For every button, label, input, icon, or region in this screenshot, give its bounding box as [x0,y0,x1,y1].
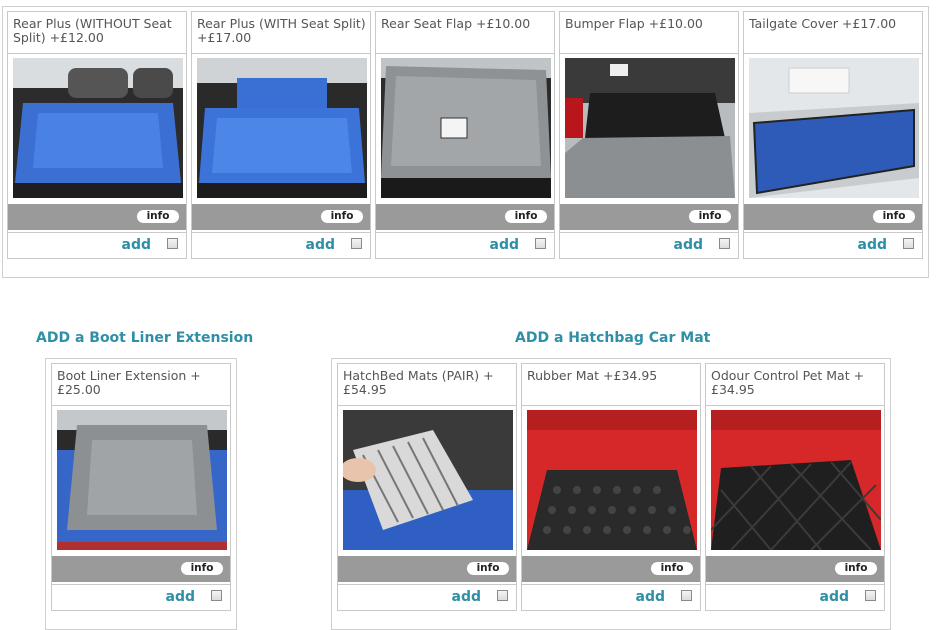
product-title: HatchBed Mats (PAIR) +£54.95 [338,364,516,406]
info-bar: info [376,204,554,230]
info-bar: info [52,556,230,582]
product-card-rubber-mat: Rubber Mat +£34.95 info add [521,363,701,611]
add-row: add [744,232,922,258]
add-row: add [192,232,370,258]
info-button[interactable]: info [137,210,179,223]
product-card-rear-plus-with-split: Rear Plus (WITH Seat Split) +£17.00 info… [191,11,371,259]
grey-seat-flap-image [381,58,551,198]
product-card-tailgate-cover: Tailgate Cover +£17.00 info add [743,11,923,259]
add-link[interactable]: add [858,237,888,253]
add-row: add [560,232,738,258]
add-link[interactable]: add [674,237,704,253]
tailgate-cover-image [749,58,919,198]
add-row: add [52,584,230,610]
info-bar: info [560,204,738,230]
product-title: Rear Plus (WITH Seat Split) +£17.00 [192,12,370,54]
add-link[interactable]: add [820,589,850,605]
add-checkbox[interactable] [865,590,876,601]
info-button[interactable]: info [467,562,509,575]
add-checkbox[interactable] [497,590,508,601]
add-checkbox[interactable] [719,238,730,249]
info-button[interactable]: info [689,210,731,223]
add-checkbox[interactable] [681,590,692,601]
product-card-rear-plus-without-split: Rear Plus (WITHOUT Seat Split) +£12.00 i… [7,11,187,259]
add-checkbox[interactable] [535,238,546,249]
info-button[interactable]: info [181,562,223,575]
add-row: add [8,232,186,258]
info-button[interactable]: info [651,562,693,575]
blue-split-liner-image [197,58,367,198]
product-title: Boot Liner Extension +£25.00 [52,364,230,406]
add-checkbox[interactable] [903,238,914,249]
add-link[interactable]: add [490,237,520,253]
info-button[interactable]: info [873,210,915,223]
info-bar: info [522,556,700,582]
add-link[interactable]: add [122,237,152,253]
add-row: add [522,584,700,610]
pet-mat-image [711,410,881,550]
product-title: Rubber Mat +£34.95 [522,364,700,406]
info-bar: info [706,556,884,582]
add-row: add [376,232,554,258]
info-button[interactable]: info [835,562,877,575]
add-row: add [706,584,884,610]
info-bar: info [338,556,516,582]
add-link[interactable]: add [452,589,482,605]
bumper-flap-image [565,58,735,198]
mat-section-heading: ADD a Hatchbag Car Mat [515,330,711,346]
extension-liner-image [57,410,227,550]
info-bar: info [8,204,186,230]
product-title: Rear Seat Flap +£10.00 [376,12,554,54]
add-row: add [338,584,516,610]
extension-section-heading: ADD a Boot Liner Extension [36,330,254,346]
product-card-rear-seat-flap: Rear Seat Flap +£10.00 info add [375,11,555,259]
add-checkbox[interactable] [167,238,178,249]
product-card-boot-liner-extension: Boot Liner Extension +£25.00 info add [51,363,231,611]
info-bar: info [192,204,370,230]
hatchbed-mat-image [343,410,513,550]
add-link[interactable]: add [636,589,666,605]
info-button[interactable]: info [505,210,547,223]
product-card-odour-control-pet-mat: Odour Control Pet Mat + £34.95 info add [705,363,885,611]
add-checkbox[interactable] [351,238,362,249]
blue-boot-liner-image [13,58,183,198]
add-link[interactable]: add [166,589,196,605]
info-button[interactable]: info [321,210,363,223]
product-title: Odour Control Pet Mat + £34.95 [706,364,884,406]
info-bar: info [744,204,922,230]
add-checkbox[interactable] [211,590,222,601]
product-card-bumper-flap: Bumper Flap +£10.00 info add [559,11,739,259]
product-card-hatchbed-mats: HatchBed Mats (PAIR) +£54.95 info add [337,363,517,611]
product-title: Rear Plus (WITHOUT Seat Split) +£12.00 [8,12,186,54]
product-title: Tailgate Cover +£17.00 [744,12,922,54]
product-title: Bumper Flap +£10.00 [560,12,738,54]
rubber-mat-image [527,410,697,550]
add-link[interactable]: add [306,237,336,253]
